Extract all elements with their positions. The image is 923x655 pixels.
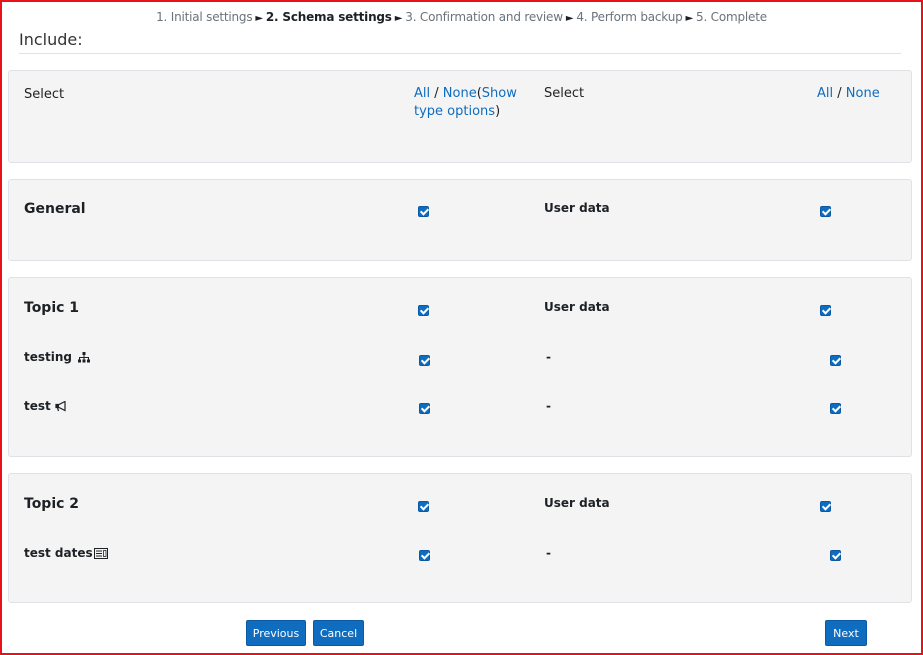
- megaphone-icon: [55, 401, 66, 412]
- general-include-checkbox[interactable]: [418, 206, 429, 217]
- step-perform-backup: 4. Perform backup: [576, 10, 683, 24]
- activity-test-userdata-dash: -: [546, 399, 551, 413]
- step-initial-settings: 1. Initial settings: [156, 10, 253, 24]
- select-label-left: Select: [24, 87, 65, 102]
- paren-close: ): [495, 104, 501, 119]
- general-userdata-checkbox[interactable]: [820, 206, 831, 217]
- activity-test-dates-userdata-dash: -: [546, 546, 551, 560]
- activity-testing-userdata-checkbox[interactable]: [830, 355, 841, 366]
- topic1-userdata-label: User data: [544, 300, 610, 314]
- calendar-icon: [93, 548, 108, 559]
- include-select-links: All / None(Show type options): [414, 85, 524, 121]
- topic2-userdata-checkbox[interactable]: [820, 501, 831, 512]
- next-button[interactable]: Next: [825, 620, 867, 646]
- topic1-section-title: Topic 1: [24, 300, 80, 316]
- select-none-link[interactable]: None: [443, 86, 477, 101]
- topic1-include-checkbox[interactable]: [418, 305, 429, 316]
- select-label-right: Select: [544, 86, 585, 101]
- activity-testing-userdata-dash: -: [546, 350, 551, 364]
- userdata-all-link[interactable]: All: [817, 86, 833, 101]
- include-divider: [19, 53, 901, 54]
- userdata-select-links: All / None: [817, 85, 923, 103]
- topic1-section-panel: Topic 1 User data testing - test -: [8, 277, 912, 457]
- userdata-none-link[interactable]: None: [846, 86, 880, 101]
- activity-test-label: test: [24, 399, 67, 413]
- backup-steps: 1. Initial settings ► 2. Schema settings ► 3…: [0, 10, 923, 24]
- activity-test-dates-name: test dates: [24, 546, 93, 560]
- activity-test-dates-label: test dates: [24, 546, 108, 560]
- general-userdata-label: User data: [544, 201, 610, 215]
- hierarchy-icon: [78, 352, 91, 363]
- activity-test-name: test: [24, 399, 51, 413]
- step-separator-icon: ►: [685, 13, 694, 24]
- include-heading: Include:: [19, 30, 83, 49]
- topic1-userdata-checkbox[interactable]: [820, 305, 831, 316]
- topic2-userdata-label: User data: [544, 496, 610, 510]
- select-panel: Select All / None(Show type options) Sel…: [8, 70, 912, 163]
- activity-testing-name: testing: [24, 350, 72, 364]
- previous-button[interactable]: Previous: [246, 620, 306, 646]
- activity-test-dates-include-checkbox[interactable]: [419, 550, 430, 561]
- activity-test-userdata-checkbox[interactable]: [830, 403, 841, 414]
- activity-testing-include-checkbox[interactable]: [419, 355, 430, 366]
- activity-testing-label: testing: [24, 350, 91, 364]
- general-section-panel: General User data: [8, 179, 912, 261]
- select-all-link[interactable]: All: [414, 86, 430, 101]
- cancel-button[interactable]: Cancel: [313, 620, 364, 646]
- activity-test-dates-userdata-checkbox[interactable]: [830, 550, 841, 561]
- step-separator-icon: ►: [565, 13, 574, 24]
- step-confirmation-review: 3. Confirmation and review: [405, 10, 563, 24]
- step-complete: 5. Complete: [696, 10, 767, 24]
- step-separator-icon: ►: [255, 13, 263, 24]
- topic2-section-title: Topic 2: [24, 496, 80, 512]
- link-divider: /: [837, 86, 842, 101]
- activity-test-include-checkbox[interactable]: [419, 403, 430, 414]
- link-divider: /: [434, 86, 439, 101]
- step-schema-settings: 2. Schema settings: [265, 10, 392, 24]
- general-section-title: General: [24, 201, 86, 217]
- topic2-section-panel: Topic 2 User data test dates -: [8, 473, 912, 603]
- topic2-include-checkbox[interactable]: [418, 501, 429, 512]
- step-separator-icon: ►: [394, 13, 403, 24]
